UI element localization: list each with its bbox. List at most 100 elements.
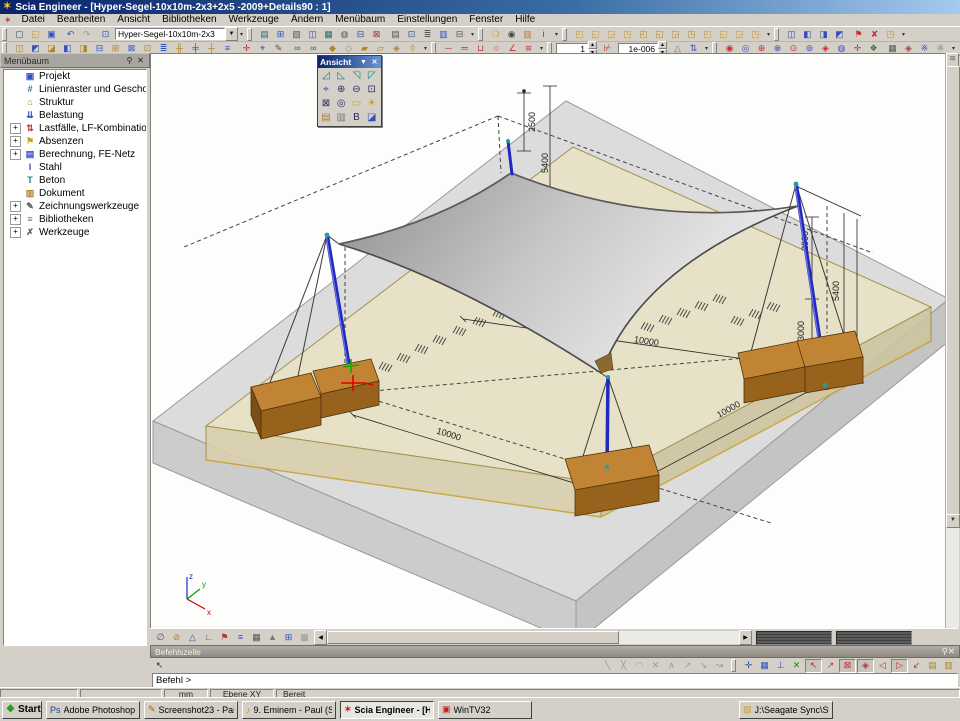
viewport-3d[interactable]: 10000 10000 10000 2500 5400	[150, 53, 946, 629]
snap-icon[interactable]: ↗	[823, 660, 838, 672]
taskbar-button[interactable]: ▣ WinTV32	[438, 701, 532, 719]
view-tool-icon[interactable]: ▤	[319, 111, 333, 125]
tree-item[interactable]: ⇊ Belastung	[4, 109, 146, 122]
draw-tool-icon[interactable]: ╲	[600, 660, 615, 672]
menu-item[interactable]: Menübaum	[329, 14, 391, 26]
toolbar-overflow-icon[interactable]: ▾	[238, 31, 245, 38]
snap-icon[interactable]: ▤	[925, 660, 940, 672]
tree-item[interactable]: ▤ Berechnung, FE-Netz	[4, 148, 146, 161]
scroll-down-icon[interactable]: ▼	[946, 514, 960, 528]
view-setting-icon[interactable]: ⊞	[281, 631, 296, 644]
close-icon[interactable]: ✕	[370, 58, 379, 66]
tree-item[interactable]: ▥ Dokument	[4, 187, 146, 200]
tree-item[interactable]: # Linienraster und Geschosse	[4, 83, 146, 96]
viewport-split-button[interactable]: ⊟	[946, 53, 959, 67]
snap-icon[interactable]: ✕	[789, 660, 804, 672]
view-setting-icon[interactable]: ▩	[297, 631, 312, 644]
toolbar-overflow-icon[interactable]: ▾	[703, 45, 710, 52]
taskbar-button[interactable]: Ps Adobe Photoshop CS3 E...	[46, 701, 140, 719]
view-tool-icon[interactable]: ⊠	[319, 97, 333, 111]
menu-item[interactable]: Ändern	[285, 14, 329, 26]
pin-icon[interactable]: ⚲	[124, 56, 135, 65]
project-combo-value[interactable]: Hyper-Segel-10x10m-2x3	[115, 28, 225, 40]
toolbar-icon[interactable]: ▧	[289, 28, 304, 40]
toolbar-overflow-icon[interactable]: ▾	[469, 31, 476, 38]
toolbar-icon[interactable]: ❍	[488, 28, 503, 40]
toolbar-icon[interactable]: ↷	[79, 28, 94, 40]
draw-tool-icon[interactable]: ✕	[648, 660, 663, 672]
scroll-left-icon[interactable]: ◀	[314, 630, 327, 645]
view-setting-icon[interactable]: ▦	[249, 631, 264, 644]
toolbar-icon[interactable]: ⊡	[404, 28, 419, 40]
taskbar-button[interactable]: ▨ J:\Seagate Sync\SyncRe...	[739, 701, 833, 719]
menu-item[interactable]: Werkzeuge	[223, 14, 285, 26]
toolbar-icon[interactable]: ≣	[420, 28, 435, 40]
view-tool-icon[interactable]: ⊕	[334, 83, 348, 97]
snap-icon[interactable]: ↖	[805, 659, 822, 673]
snap-icon[interactable]: ✛	[741, 660, 756, 672]
toolbar-icon[interactable]: ✘	[867, 28, 882, 40]
view-tool-icon[interactable]: ⊖	[350, 83, 364, 97]
toolbar-overflow-icon[interactable]: ▾	[422, 45, 429, 52]
expand-plus-icon[interactable]	[10, 136, 21, 147]
view-setting-icon[interactable]: ≡	[233, 631, 248, 644]
expand-plus-icon[interactable]	[10, 201, 21, 212]
toolbar-grip[interactable]	[562, 28, 567, 41]
view-setting-icon[interactable]: ⊘	[169, 631, 184, 644]
expand-plus-icon[interactable]	[10, 227, 21, 238]
vscroll-thumb[interactable]	[946, 66, 960, 515]
tree-item[interactable]: T Beton	[4, 174, 146, 187]
toolbar-icon[interactable]: ◫	[784, 28, 799, 40]
menu-item[interactable]: Bibliotheken	[156, 14, 222, 26]
expand-plus-icon[interactable]	[10, 214, 21, 225]
draw-tool-icon[interactable]: ↝	[712, 660, 727, 672]
tree-item[interactable]: ✎ Zeichnungswerkzeuge	[4, 200, 146, 213]
expand-plus-icon[interactable]	[10, 123, 21, 134]
dim-label-back-lower[interactable]: 5400	[540, 153, 550, 173]
toolbar-icon[interactable]: ◱	[588, 28, 603, 40]
toolbar-icon[interactable]: ▣	[44, 28, 59, 40]
taskbar-button[interactable]: ✎ Screenshot23 - Paint	[144, 701, 238, 719]
toolbar-icon[interactable]: ⊡	[98, 28, 113, 40]
toolbar-icon[interactable]: ◰	[700, 28, 715, 40]
toolbar-icon[interactable]: ▢	[12, 28, 27, 40]
hscroll-thumb[interactable]	[327, 631, 619, 644]
view-tool-icon[interactable]: ◿	[319, 69, 333, 83]
snap-icon[interactable]: ▦	[757, 660, 772, 672]
close-icon[interactable]: ✕	[948, 646, 955, 657]
tree-item[interactable]: ✗ Werkzeuge	[4, 226, 146, 239]
draw-tool-icon[interactable]: ↘	[696, 660, 711, 672]
toolbar-icon[interactable]: ▥	[436, 28, 451, 40]
menu-item[interactable]: Datei	[16, 14, 51, 26]
toolbar-icon[interactable]: ◲	[604, 28, 619, 40]
chevron-down-icon[interactable]: ▼	[225, 27, 238, 41]
toolbar-icon[interactable]: ◫	[305, 28, 320, 40]
menubaum-panel-header[interactable]: Menübaum ⚲ ✕	[0, 53, 150, 68]
snap-icon[interactable]: ▥	[941, 660, 956, 672]
toolbar-grip[interactable]	[774, 28, 779, 41]
view-setting-icon[interactable]: ▲	[265, 631, 280, 644]
view-tool-icon[interactable]: ◸	[365, 69, 379, 83]
dim-label-right-lower[interactable]: 3000	[796, 321, 806, 341]
toolbar-icon[interactable]: ▦	[321, 28, 336, 40]
toolbar-icon[interactable]: ⊞	[273, 28, 288, 40]
snap-icon[interactable]: ⊠	[839, 659, 856, 673]
window-titlebar[interactable]: ✶ Scia Engineer - [Hyper-Segel-10x10m-2x…	[0, 0, 960, 14]
view-setting-icon[interactable]: ⚑	[217, 631, 232, 644]
snap-icon[interactable]: ▷	[891, 659, 908, 673]
draw-tool-icon[interactable]: ◠	[632, 660, 647, 672]
dim-label-back-upper[interactable]: 2500	[527, 112, 537, 132]
toolbar-icon[interactable]: ▤	[257, 28, 272, 40]
vertical-scrollbar[interactable]: ⊟ ▼	[945, 53, 959, 628]
menu-item[interactable]: Fenster	[463, 14, 509, 26]
menu-item[interactable]: Hilfe	[509, 14, 541, 26]
draw-tool-icon[interactable]: ↗	[680, 660, 695, 672]
toolbar-icon[interactable]: ◰	[572, 28, 587, 40]
close-icon[interactable]: ✕	[135, 56, 146, 65]
toolbar-overflow-icon[interactable]: ▾	[950, 45, 957, 52]
toolbar-icon[interactable]: ◉	[504, 28, 519, 40]
document-icon[interactable]: ✶	[4, 15, 12, 26]
pointer-icon[interactable]: ↖	[152, 660, 167, 672]
expand-plus-icon[interactable]	[10, 149, 21, 160]
toolbar-overflow-icon[interactable]: ▾	[765, 31, 772, 38]
